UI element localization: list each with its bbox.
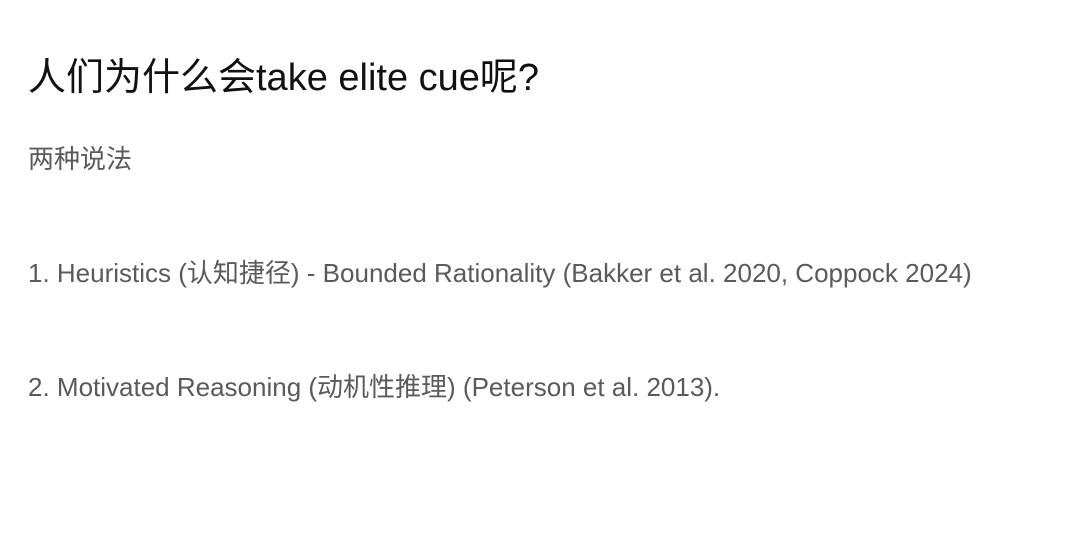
slide-subtitle: 两种说法 <box>28 144 133 174</box>
list-item-motivated-reasoning: 2. Motivated Reasoning (动机性推理) (Peterson… <box>28 372 721 402</box>
list-item-heuristics: 1. Heuristics (认知捷径) - Bounded Rationali… <box>28 258 972 288</box>
slide-title: 人们为什么会take elite cue呢? <box>28 57 540 99</box>
slide: 人们为什么会take elite cue呢? 两种说法 1. Heuristic… <box>0 0 1080 548</box>
